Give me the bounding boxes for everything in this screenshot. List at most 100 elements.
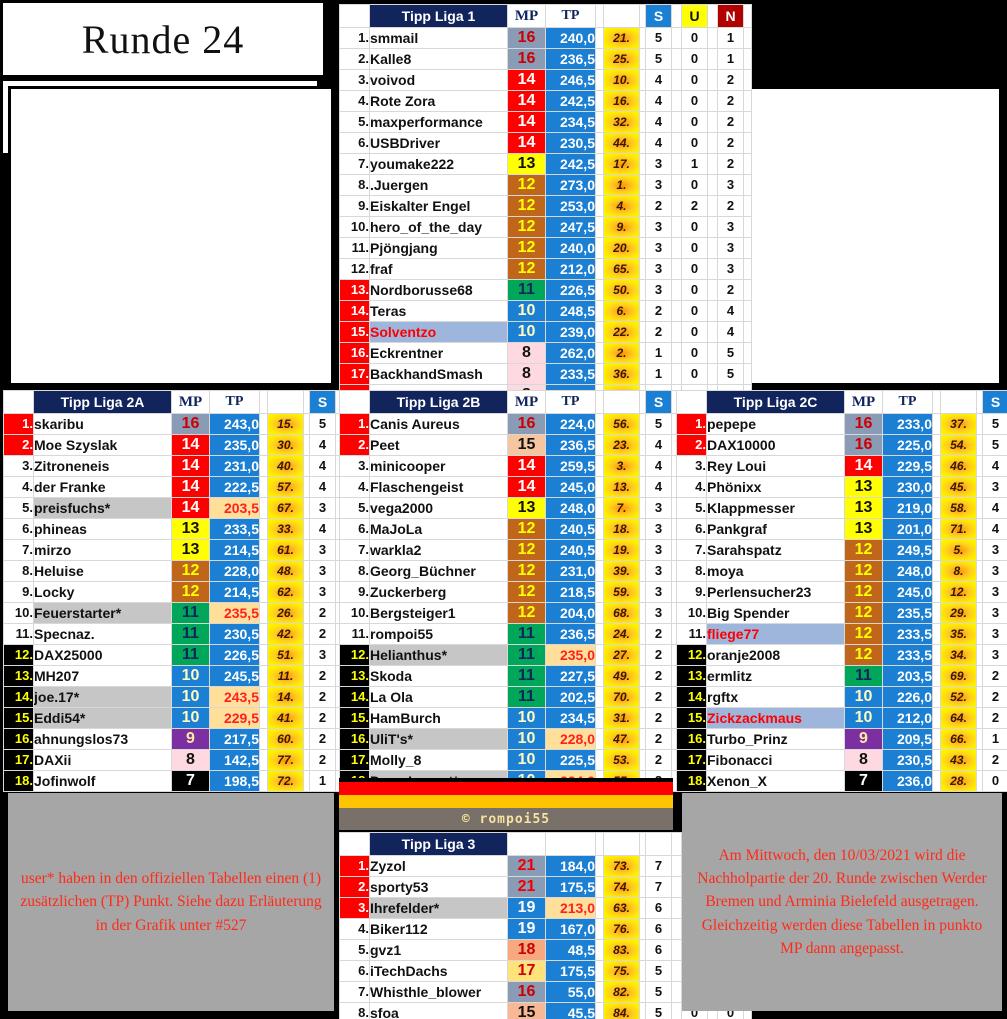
- table-row[interactable]: 3. voivod 14 246,5 10. 4 0 2: [339, 69, 752, 91]
- table-row[interactable]: 1.pepepe16233,037.501: [676, 413, 1007, 435]
- table-row[interactable]: 5.Klappmesser13219,058.401: [676, 497, 1007, 519]
- tp-rank-cell: 14.: [267, 686, 304, 708]
- table-row[interactable]: 9.Perlensucher2312245,012.303: [676, 581, 1007, 603]
- player-name-cell: ahnungslos73: [33, 728, 172, 750]
- mp-cell: 14: [171, 455, 210, 477]
- tp-cell: 249,5: [882, 539, 933, 561]
- spacer-5: [743, 216, 752, 238]
- table-row[interactable]: 3.Rey Loui14229,546.402: [676, 455, 1007, 477]
- table-row[interactable]: 9. Eiskalter Engel 12 253,0 4. 2 2 2: [339, 195, 752, 217]
- table-row[interactable]: 7. youmake222 13 242,5 17. 3 1 2: [339, 153, 752, 175]
- rank-cell: 13.: [3, 665, 34, 687]
- tp-cell: 202,5: [545, 686, 596, 708]
- player-name-cell: Teras: [369, 300, 508, 322]
- table-row[interactable]: 16. Eckrentner 8 262,0 2. 1 0 5: [339, 342, 752, 364]
- table-row[interactable]: 4. Rote Zora 14 242,5 16. 4 0 2: [339, 90, 752, 112]
- player-name-cell: Molly_8: [369, 749, 508, 771]
- table-row[interactable]: 4.Phönixx13230,045.312: [676, 476, 1007, 498]
- wins-cell: 2: [645, 623, 672, 645]
- rank-cell: 16.: [3, 728, 34, 750]
- league-title-liga2b: Tipp Liga 2B: [369, 390, 508, 414]
- losses-cell: 3: [717, 258, 744, 280]
- round-title: Runde 24: [81, 16, 245, 62]
- table-row[interactable]: 10.Big Spender12235,529.303: [676, 602, 1007, 624]
- player-name-cell: Whisthle_blower: [369, 981, 508, 1003]
- spacer-4: [707, 153, 718, 175]
- player-name-cell: oranje2008: [706, 644, 845, 666]
- tp-rank-cell: 39.: [603, 560, 640, 582]
- spacer-1: [259, 770, 268, 792]
- table-row[interactable]: 5. maxperformance 14 234,5 32. 4 0 2: [339, 111, 752, 133]
- mp-cell: 13: [844, 476, 883, 498]
- wins-cell: 6: [645, 939, 672, 961]
- tp-rank-cell: 65.: [603, 258, 640, 280]
- spacer-4: [707, 27, 718, 49]
- spacer-5: [743, 363, 752, 385]
- table-row[interactable]: 17. BackhandSmash 8 233,5 36. 1 0 5: [339, 363, 752, 385]
- player-name-cell: maxperformance: [369, 111, 508, 133]
- player-name-cell: fliege77: [706, 623, 845, 645]
- table-row[interactable]: 8.moya12248,08.303: [676, 560, 1007, 582]
- wins-cell: 3: [982, 644, 1007, 666]
- table-row[interactable]: 1. smmail 16 240,0 21. 5 0 1: [339, 27, 752, 49]
- table-row[interactable]: 2. Kalle8 16 236,5 25. 5 0 1: [339, 48, 752, 70]
- tp-cell: 142,5: [209, 749, 260, 771]
- table-row[interactable]: 2.DAX1000016225,054.501: [676, 434, 1007, 456]
- rank-cell: 8.: [339, 174, 370, 196]
- spacer-1: [259, 455, 268, 477]
- rank-cell: 17.: [339, 749, 370, 771]
- table-row[interactable]: 14.rgftx10226,052.204: [676, 686, 1007, 708]
- tp-cell: 233,5: [545, 363, 596, 385]
- table-row[interactable]: 15. Solventzo 10 239,0 22. 2 0 4: [339, 321, 752, 343]
- table-row[interactable]: 6. USBDriver 14 230,5 44. 4 0 2: [339, 132, 752, 154]
- table-row[interactable]: 11.fliege7712233,535.303: [676, 623, 1007, 645]
- rank-cell: 13.: [339, 279, 370, 301]
- tp-rank-cell: 63.: [603, 897, 640, 919]
- tp-rank-cell: 59.: [603, 581, 640, 603]
- rank-cell: 14.: [339, 686, 370, 708]
- wins-cell: 3: [982, 560, 1007, 582]
- tp-cell: 236,5: [545, 48, 596, 70]
- tp-rank-cell: 17.: [603, 153, 640, 175]
- draws-cell: 0: [681, 258, 708, 280]
- table-row[interactable]: 14. Teras 10 248,5 6. 2 0 4: [339, 300, 752, 322]
- player-name-cell: MaJoLa: [369, 518, 508, 540]
- spacer-1: [595, 686, 604, 708]
- table-row[interactable]: 8. .Juergen 12 273,0 1. 3 0 3: [339, 174, 752, 196]
- table-row[interactable]: 6.Pankgraf13201,071.401: [676, 518, 1007, 540]
- table-row[interactable]: 18.Xenon_X7236,028.015: [676, 770, 1007, 792]
- tp-rank-cell: 72.: [267, 770, 304, 792]
- tp-cell: 242,5: [545, 90, 596, 112]
- mp-cell: 16: [844, 434, 883, 456]
- table-row[interactable]: 12.oranje200812233,534.303: [676, 644, 1007, 666]
- mp-cell: 12: [844, 581, 883, 603]
- tp-rank-cell: 49.: [603, 665, 640, 687]
- rank-cell: 17.: [339, 363, 370, 385]
- table-row[interactable]: 7.Sarahspatz12249,55.303: [676, 539, 1007, 561]
- header-tp: TP: [545, 390, 596, 414]
- league-title-liga1: Tipp Liga 1: [369, 4, 508, 28]
- table-row[interactable]: 13. Nordborusse68 11 226,5 50. 3 0 2: [339, 279, 752, 301]
- tp-cell: 243,0: [209, 413, 260, 435]
- table-row[interactable]: 13.ermlitz11203,569.213: [676, 665, 1007, 687]
- tp-cell: 235,5: [882, 602, 933, 624]
- tp-rank-cell: 62.: [267, 581, 304, 603]
- mp-cell: 12: [844, 644, 883, 666]
- table-row[interactable]: 10. hero_of_the_day 12 247,5 9. 3 0 3: [339, 216, 752, 238]
- tp-rank-cell: 69.: [940, 665, 977, 687]
- table-row[interactable]: 11. Pjöngjang 12 240,0 20. 3 0 3: [339, 237, 752, 259]
- table-row[interactable]: 17.Fibonacci8230,543.202: [676, 749, 1007, 771]
- spacer-1: [259, 707, 268, 729]
- tp-cell: 203,5: [209, 497, 260, 519]
- losses-cell: 3: [717, 237, 744, 259]
- table-row[interactable]: 15.Zickzackmaus10212,064.204: [676, 707, 1007, 729]
- table-row[interactable]: 16.Turbo_Prinz9209,566.114: [676, 728, 1007, 750]
- player-name-cell: rgftx: [706, 686, 845, 708]
- wins-cell: 5: [309, 413, 336, 435]
- player-name-cell: ermlitz: [706, 665, 845, 687]
- rank-cell: 4.: [676, 476, 707, 498]
- player-name-cell: Helianthus*: [369, 644, 508, 666]
- table-row[interactable]: 12. fraf 12 212,0 65. 3 0 3: [339, 258, 752, 280]
- wins-cell: 4: [309, 434, 336, 456]
- tp-cell: 248,0: [882, 560, 933, 582]
